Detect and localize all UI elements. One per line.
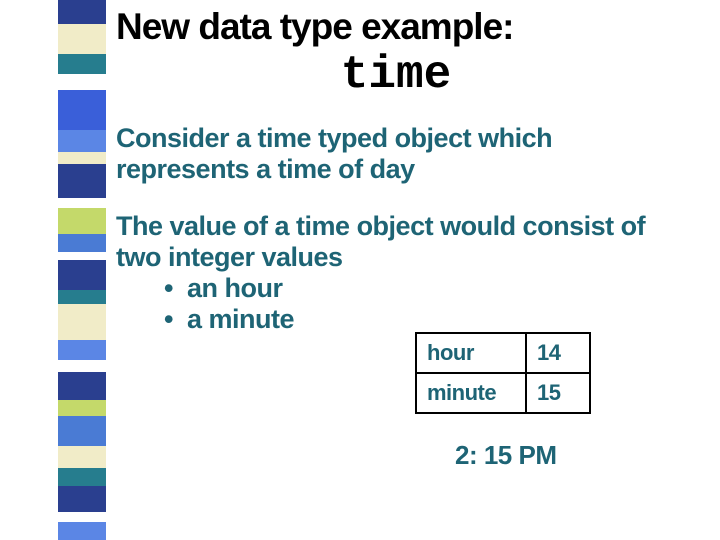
title-line-2: time (116, 49, 676, 101)
bullet-list: • an hour • a minute (164, 273, 676, 335)
bullet-item-1: • an hour (164, 273, 676, 304)
table-row: minute 15 (416, 373, 590, 413)
time-caption: 2: 15 PM (455, 440, 557, 471)
table-row: hour 14 (416, 333, 590, 373)
table-cell-label: minute (416, 373, 526, 413)
table-cell-label: hour (416, 333, 526, 373)
decorative-sidebar (58, 0, 106, 540)
table-cell-value: 14 (526, 333, 590, 373)
bullet-item-2: • a minute (164, 304, 676, 335)
slide-content: New data type example: time Consider a t… (106, 0, 696, 335)
table-cell-value: 15 (526, 373, 590, 413)
time-table: hour 14 minute 15 (415, 332, 591, 414)
paragraph-1: Consider a time typed object which repre… (116, 123, 676, 185)
paragraph-2: The value of a time object would consist… (116, 211, 676, 273)
title-line-1: New data type example: (116, 8, 676, 47)
